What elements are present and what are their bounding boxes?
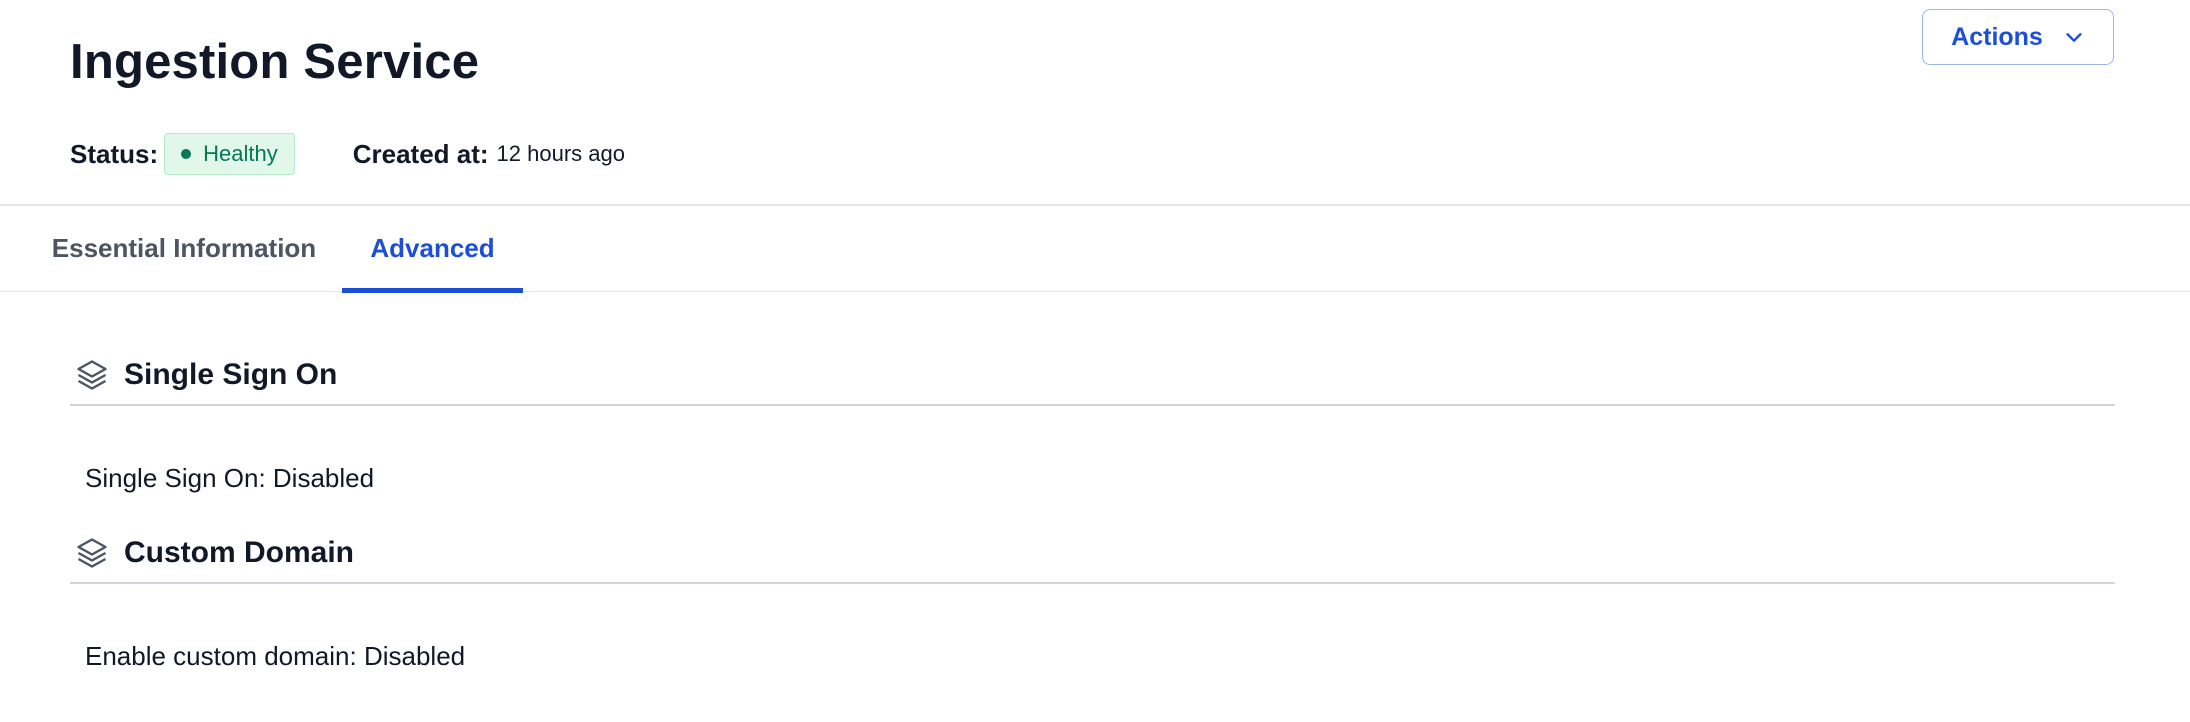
- tab-bar: Essential Information Advanced: [0, 205, 2190, 293]
- page: Ingestion Service Actions Status: Health…: [0, 0, 2190, 722]
- field-value: Disabled: [272, 463, 375, 493]
- actions-button-label: Actions: [1951, 22, 2043, 51]
- created-at: Created at: 12 hours ago: [353, 139, 625, 170]
- section-header-custom-domain: Custom Domain: [70, 524, 2115, 584]
- created-value: 12 hours ago: [496, 141, 625, 166]
- field-value: Disabled: [363, 641, 466, 671]
- field-label: Enable custom domain:: [85, 641, 357, 671]
- chevron-down-icon: [2066, 33, 2082, 42]
- status-value: Healthy: [203, 141, 278, 166]
- meta-row: Status: Healthy Created at: 12 hours ago: [70, 132, 625, 176]
- status-dot-icon: [181, 149, 192, 159]
- page-title: Ingestion Service: [70, 35, 480, 89]
- layers-icon: [77, 360, 107, 390]
- status-badge: Healthy: [164, 133, 295, 175]
- field-label: Single Sign On:: [85, 463, 266, 493]
- actions-button[interactable]: Actions: [1922, 9, 2114, 65]
- layers-icon: [77, 538, 107, 568]
- section-title: Single Sign On: [124, 358, 338, 391]
- created-label: Created at:: [352, 138, 489, 169]
- section-header-single-sign-on: Single Sign On: [70, 346, 2115, 406]
- field-single-sign-on: Single Sign On: Disabled: [85, 463, 374, 494]
- section-title: Custom Domain: [124, 536, 355, 569]
- tab-advanced[interactable]: Advanced: [342, 205, 523, 293]
- field-custom-domain: Enable custom domain: Disabled: [85, 641, 465, 672]
- tab-essential-information[interactable]: Essential Information: [28, 205, 340, 291]
- status-label: Status:: [70, 138, 159, 169]
